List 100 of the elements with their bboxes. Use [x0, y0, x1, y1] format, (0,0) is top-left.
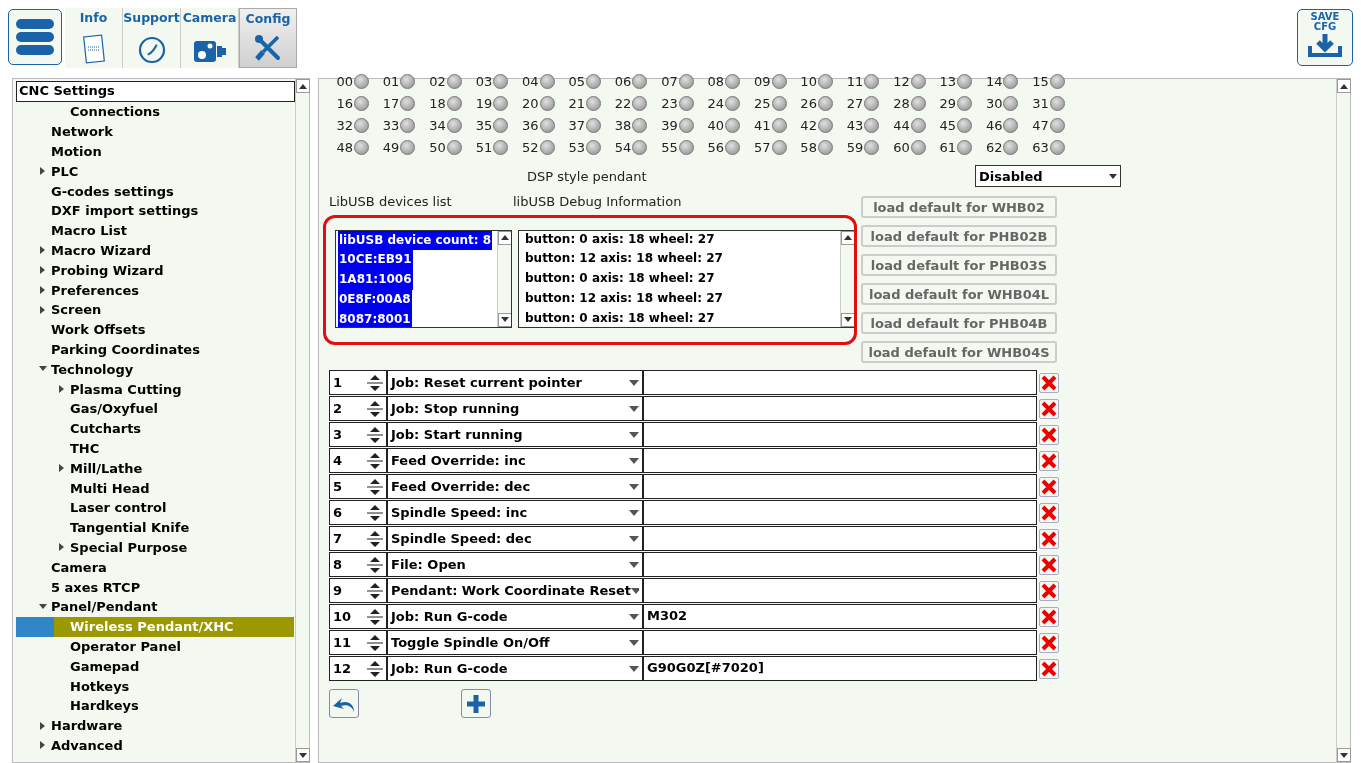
- delete-button[interactable]: [1039, 580, 1059, 601]
- number-spinbox[interactable]: 10: [329, 604, 387, 629]
- tree-item[interactable]: Gamepad: [70, 658, 140, 674]
- load-default-button[interactable]: load default for PHB02B: [861, 225, 1057, 247]
- spinner-arrows-icon[interactable]: [364, 502, 386, 523]
- tree-item[interactable]: Macro List: [51, 223, 127, 239]
- parameter-field[interactable]: [643, 474, 1037, 499]
- action-dropdown[interactable]: Feed Override: dec: [387, 474, 643, 499]
- parameter-field[interactable]: [643, 422, 1037, 447]
- delete-button[interactable]: [1039, 658, 1059, 679]
- undo-button[interactable]: [329, 689, 359, 718]
- collapsed-arrow-icon[interactable]: [40, 286, 46, 295]
- collapsed-arrow-icon[interactable]: [40, 167, 46, 176]
- scroll-up-button[interactable]: [1337, 79, 1351, 93]
- delete-button[interactable]: [1039, 554, 1059, 575]
- number-spinbox[interactable]: 11: [329, 630, 387, 655]
- spinner-arrows-icon[interactable]: [364, 658, 386, 679]
- collapsed-arrow-icon[interactable]: [40, 266, 46, 275]
- save-config-button[interactable]: SAVE CFG: [1297, 9, 1353, 66]
- scroll-up-button[interactable]: [296, 79, 310, 93]
- tree-item[interactable]: Hotkeys: [70, 678, 130, 694]
- parameter-field[interactable]: M302: [643, 604, 1037, 629]
- tree-item[interactable]: DXF import settings: [51, 203, 199, 219]
- action-dropdown[interactable]: Feed Override: inc: [387, 448, 643, 473]
- tree-item[interactable]: THC: [70, 440, 100, 456]
- load-default-button[interactable]: load default for WHB04L: [861, 283, 1057, 305]
- delete-button[interactable]: [1039, 528, 1059, 549]
- spinner-arrows-icon[interactable]: [364, 450, 386, 471]
- spinner-arrows-icon[interactable]: [364, 372, 386, 393]
- tree-item[interactable]: Multi Head: [70, 480, 150, 496]
- number-spinbox[interactable]: 4: [329, 448, 387, 473]
- tree-item[interactable]: Tangential Knife: [70, 520, 190, 536]
- parameter-field[interactable]: [643, 500, 1037, 525]
- action-dropdown[interactable]: File: Open: [387, 552, 643, 577]
- load-default-button[interactable]: load default for PHB04B: [861, 312, 1057, 334]
- delete-button[interactable]: [1039, 372, 1059, 393]
- delete-button[interactable]: [1039, 606, 1059, 627]
- collapsed-arrow-icon[interactable]: [40, 721, 46, 730]
- tree-item[interactable]: Network: [51, 124, 113, 140]
- tree-item[interactable]: Cutcharts: [70, 421, 142, 437]
- tree-item[interactable]: Advanced: [51, 737, 123, 753]
- spinner-arrows-icon[interactable]: [364, 632, 386, 653]
- parameter-field[interactable]: G90G0Z[#7020]: [643, 656, 1037, 681]
- parameter-field[interactable]: [643, 552, 1037, 577]
- scroll-down-button[interactable]: [1337, 748, 1351, 762]
- number-spinbox[interactable]: 9: [329, 578, 387, 603]
- tree-item[interactable]: Motion: [51, 144, 102, 159]
- collapsed-arrow-icon[interactable]: [59, 543, 65, 552]
- tree-item[interactable]: PLC: [51, 163, 79, 179]
- list-item[interactable]: 10CE:EB91: [338, 250, 413, 271]
- tree-item[interactable]: Parking Coordinates: [51, 341, 200, 357]
- delete-button[interactable]: [1039, 632, 1059, 653]
- action-dropdown[interactable]: Job: Run G-code: [387, 604, 643, 629]
- tree-item[interactable]: Technology: [51, 361, 134, 377]
- menu-button[interactable]: [8, 9, 62, 65]
- delete-button[interactable]: [1039, 476, 1059, 497]
- tree-item[interactable]: Plasma Cutting: [70, 381, 182, 397]
- number-spinbox[interactable]: 6: [329, 500, 387, 525]
- list-item[interactable]: 0E8F:00A8: [338, 289, 412, 310]
- spinner-arrows-icon[interactable]: [364, 606, 386, 627]
- spinner-arrows-icon[interactable]: [364, 476, 386, 497]
- tree-item[interactable]: Hardkeys: [70, 698, 139, 714]
- tab[interactable]: Config: [239, 8, 297, 68]
- tree-item[interactable]: Camera: [51, 559, 107, 575]
- spinner-arrows-icon[interactable]: [364, 528, 386, 549]
- tree-item[interactable]: Probing Wizard: [51, 262, 164, 278]
- devices-list[interactable]: libUSB device count: 8 10CE:EB91 1A81:1006 0E8F:00A8 8087:8001: [335, 229, 512, 328]
- list-item[interactable]: libUSB device count: 8: [338, 230, 493, 251]
- tree-item[interactable]: G-codes settings: [51, 183, 174, 199]
- add-button[interactable]: [461, 689, 491, 718]
- action-dropdown[interactable]: Job: Run G-code: [387, 656, 643, 681]
- spinner-arrows-icon[interactable]: [364, 424, 386, 445]
- scroll-up-button[interactable]: [841, 230, 854, 245]
- tree-item[interactable]: Operator Panel: [70, 638, 181, 654]
- dsp-style-dropdown[interactable]: Disabled: [975, 165, 1121, 187]
- number-spinbox[interactable]: 12: [329, 656, 387, 681]
- tab[interactable]: Camera: [181, 8, 239, 68]
- collapsed-arrow-icon[interactable]: [40, 741, 46, 750]
- action-dropdown[interactable]: Job: Reset current pointer: [387, 370, 643, 395]
- collapsed-arrow-icon[interactable]: [59, 464, 65, 473]
- delete-button[interactable]: [1039, 450, 1059, 471]
- delete-button[interactable]: [1039, 424, 1059, 445]
- tree-item[interactable]: Gas/Oxyfuel: [70, 401, 159, 417]
- tree-item[interactable]: Panel/Pendant: [51, 599, 158, 615]
- spinner-arrows-icon[interactable]: [364, 554, 386, 575]
- expanded-arrow-icon[interactable]: [39, 366, 47, 373]
- number-spinbox[interactable]: 2: [329, 396, 387, 421]
- action-dropdown[interactable]: Spindle Speed: inc: [387, 500, 643, 525]
- parameter-field[interactable]: [643, 578, 1037, 603]
- collapsed-arrow-icon[interactable]: [59, 385, 65, 394]
- number-spinbox[interactable]: 1: [329, 370, 387, 395]
- action-dropdown[interactable]: Pendant: Work Coordinate Reset: [387, 578, 643, 603]
- collapsed-arrow-icon[interactable]: [40, 246, 46, 255]
- tree-item[interactable]: Connections: [70, 104, 161, 120]
- collapsed-arrow-icon[interactable]: [40, 305, 46, 314]
- number-spinbox[interactable]: 5: [329, 474, 387, 499]
- action-dropdown[interactable]: Job: Start running: [387, 422, 643, 447]
- number-spinbox[interactable]: 8: [329, 552, 387, 577]
- tree-item[interactable]: 5 axes RTCP: [51, 579, 141, 595]
- parameter-field[interactable]: [643, 448, 1037, 473]
